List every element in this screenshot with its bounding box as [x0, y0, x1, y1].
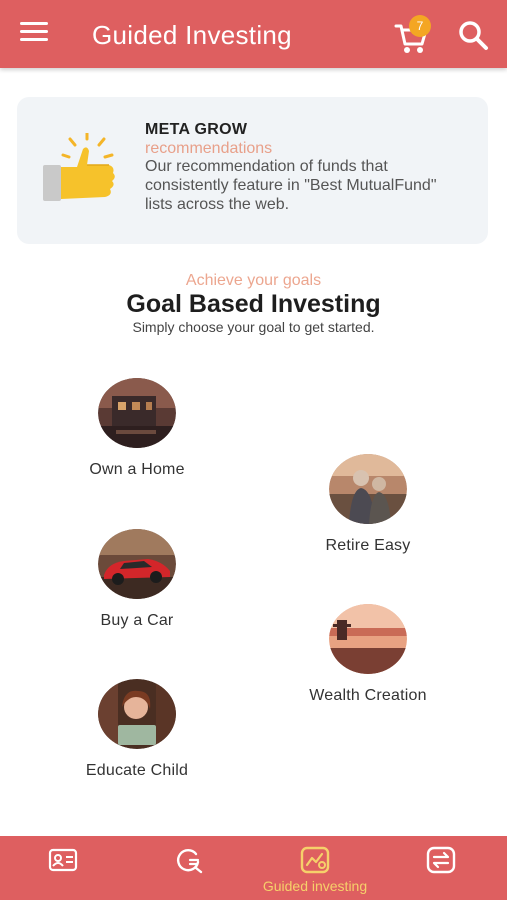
goals-kicker: Achieve your goals	[185, 272, 322, 289]
recommendation-card[interactable]: META GROW recommendations Our recommenda…	[17, 97, 488, 244]
thumbs-up-icon	[43, 133, 115, 201]
nav-item-guided-investing[interactable]: Guided investing	[252, 836, 378, 900]
menu-button[interactable]	[20, 22, 48, 46]
cart-button[interactable]: 7	[392, 14, 434, 56]
nav-label: Guided investing	[262, 878, 368, 894]
goal-educate-child[interactable]: Educate Child	[47, 679, 227, 780]
goal-own-a-home[interactable]: Own a Home	[47, 378, 227, 479]
contact-card-icon	[48, 848, 78, 872]
recommendation-description: Our recommendation of funds that consist…	[145, 158, 437, 213]
goal-retire-easy[interactable]: Retire Easy	[278, 454, 458, 555]
nav-item-profile[interactable]	[0, 836, 126, 900]
search-refresh-icon	[177, 849, 203, 874]
goal-wealth-creation[interactable]: Wealth Creation	[278, 604, 458, 705]
guided-investing-icon	[300, 846, 330, 874]
page-title: Guided Investing	[92, 20, 292, 50]
goal-label: Educate Child	[85, 762, 189, 779]
nav-item-exchange[interactable]	[378, 836, 504, 900]
exchange-icon	[426, 846, 456, 874]
nav-item-explore[interactable]	[126, 836, 252, 900]
retire-photo	[329, 454, 407, 524]
goal-buy-a-car[interactable]: Buy a Car	[47, 529, 227, 630]
goal-label: Buy a Car	[100, 612, 174, 629]
wealth-photo	[329, 604, 407, 674]
recommendation-subtitle: recommendations	[145, 140, 273, 157]
car-photo	[98, 529, 176, 599]
home-photo	[98, 378, 176, 448]
goal-label: Wealth Creation	[309, 687, 427, 704]
goals-title: Goal Based Investing	[126, 290, 381, 318]
child-photo	[98, 679, 176, 749]
search-icon	[459, 21, 488, 50]
bottom-navigation: Guided investing	[0, 836, 507, 900]
cart-count-badge: 7	[409, 15, 431, 37]
goal-label: Own a Home	[89, 461, 185, 478]
app-bar: Guided Investing 7	[0, 0, 507, 68]
search-button[interactable]	[456, 18, 490, 52]
recommendation-title: META GROW	[145, 121, 248, 138]
goals-subtitle: Simply choose your goal to get started.	[132, 319, 375, 335]
goal-label: Retire Easy	[325, 537, 411, 554]
